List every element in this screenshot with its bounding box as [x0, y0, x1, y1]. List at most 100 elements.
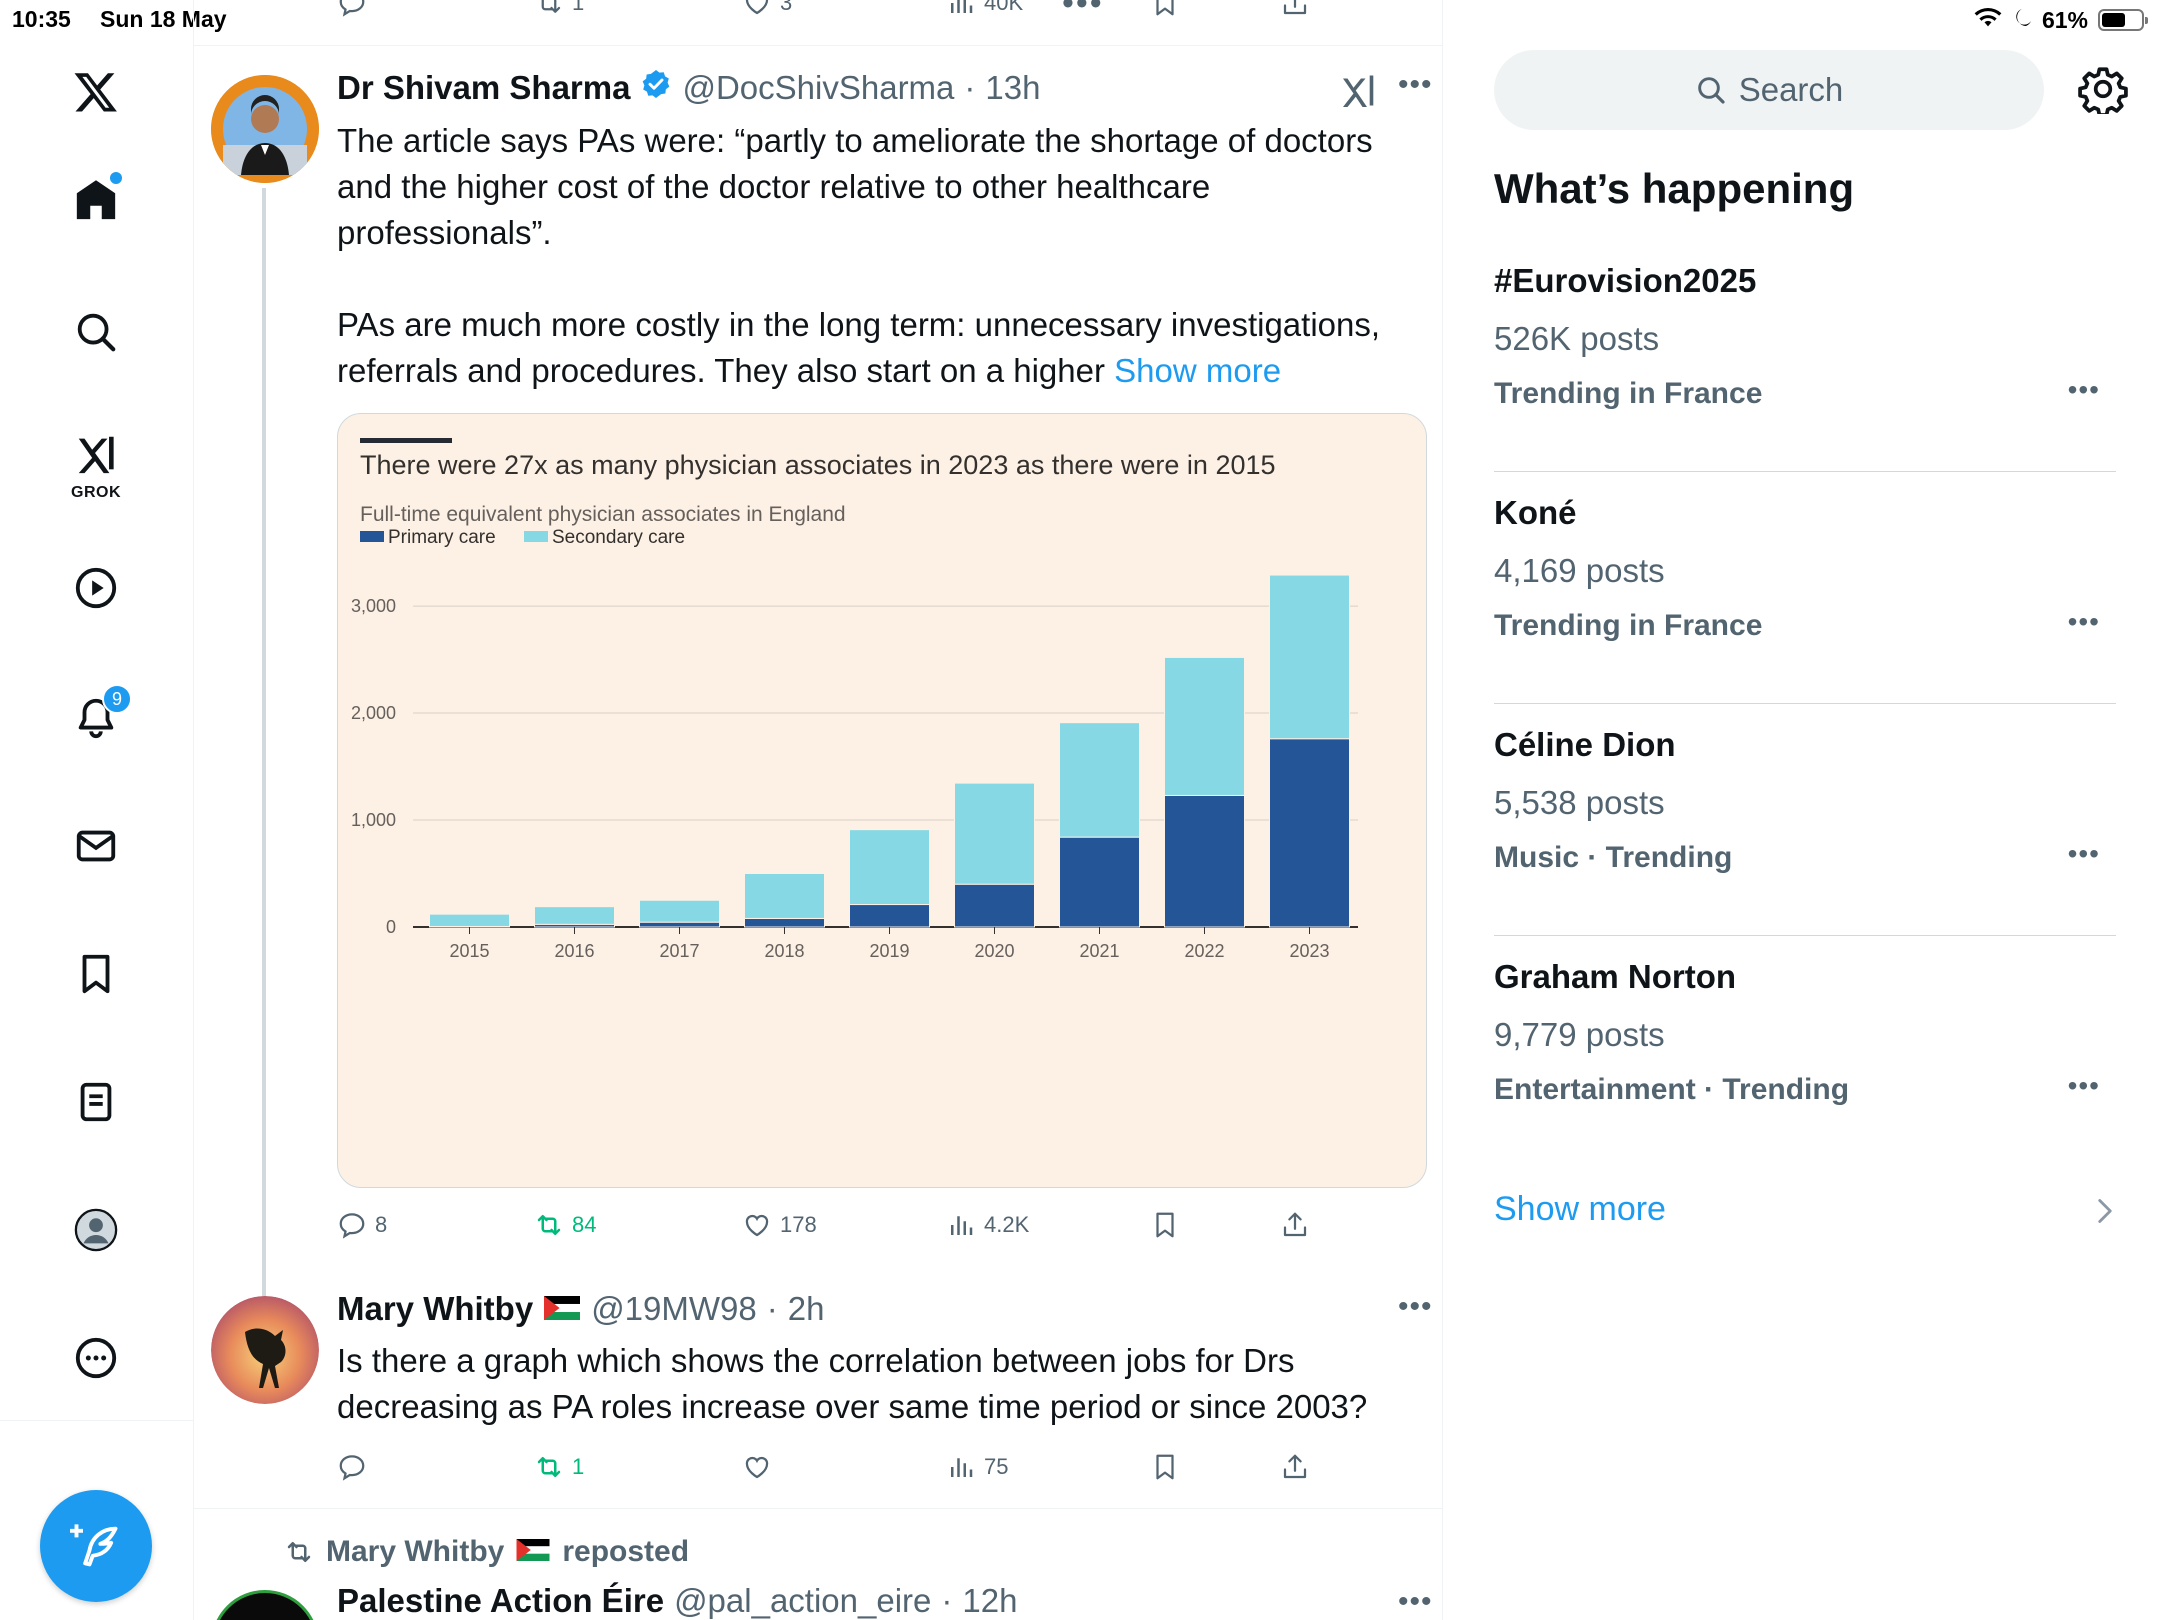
tweet2-bookmark-button[interactable] [1150, 1452, 1180, 1482]
trend-item[interactable]: Graham Norton 9,779 posts Entertainment … [1494, 936, 2116, 1168]
bookmark-icon [1156, 0, 1174, 16]
prev-bookmark-button[interactable] [1150, 0, 1180, 18]
prev-like-button[interactable]: 3 [742, 0, 792, 18]
tweet1-more-button[interactable]: ••• [1398, 68, 1433, 102]
bar-segment [1269, 574, 1350, 740]
tweet2-retweet-button[interactable]: 1 [534, 1452, 584, 1482]
nav-divider [0, 1420, 193, 1421]
tweet2-more-button[interactable]: ••• [1398, 1290, 1433, 1324]
show-more-link[interactable]: Show more [1114, 352, 1281, 389]
prev-share-button[interactable] [1280, 0, 1310, 18]
right-sidebar: Search What’s happening #Eurovision2025 … [1444, 0, 2160, 1620]
more-icon[interactable] [66, 1328, 126, 1388]
x-logo-icon[interactable] [66, 62, 126, 122]
views-icon [951, 1216, 973, 1235]
timeline: 1 3 40K ••• Dr Shivam Sharma @DocShivSha… [193, 0, 1443, 1620]
tweet2-author-name[interactable]: Mary Whitby [337, 1290, 533, 1328]
search-icon[interactable] [66, 302, 126, 362]
grok-label: GROK [71, 484, 121, 501]
trend-post-count: 9,779 posts [1494, 1016, 1665, 1053]
chevron-right-icon[interactable] [2094, 1197, 2116, 1225]
profile-icon[interactable] [66, 1200, 126, 1260]
tweet1-handle[interactable]: @DocShivSharma [682, 69, 954, 107]
tweet3-more-button[interactable]: ••• [1398, 1585, 1433, 1619]
tweet1-like-button[interactable]: 178 [742, 1210, 817, 1240]
tweet1-share-button[interactable] [1280, 1210, 1310, 1240]
tweet3-handle[interactable]: @pal_action_eire [674, 1582, 931, 1620]
tweet1-retweet-button[interactable]: 84 [534, 1210, 596, 1240]
x-tick-label: 2019 [869, 941, 909, 961]
tweet1-views-button[interactable]: 4.2K [946, 1210, 1029, 1240]
tweet2-reply-button[interactable] [337, 1452, 367, 1482]
video-icon[interactable] [66, 558, 126, 618]
repost-by-name[interactable]: Mary Whitby [326, 1535, 504, 1569]
trend-more-button[interactable]: ••• [2068, 838, 2100, 870]
search-placeholder: Search [1738, 71, 1844, 108]
tweet3-author-name[interactable]: Palestine Action Éire [337, 1582, 664, 1620]
gear-icon[interactable] [2078, 64, 2128, 117]
separator-dot: · [766, 1290, 778, 1327]
avatar-dr-shivam-sharma[interactable] [211, 75, 319, 183]
trend-more-button[interactable]: ••• [2068, 606, 2100, 638]
tweet1-reply-button[interactable]: 8 [337, 1210, 387, 1240]
tweet2-line: decreasing as PA roles increase over sam… [337, 1388, 1368, 1425]
bookmark-icon [1156, 1212, 1174, 1238]
trend-more-button[interactable]: ••• [2068, 1070, 2100, 1102]
bookmark-icon[interactable] [66, 944, 126, 1004]
tweet2-text: Is there a graph which shows the correla… [337, 1338, 1427, 1430]
tweet3-time[interactable]: 12h [962, 1582, 1017, 1620]
prev-retweet-button[interactable]: 1 [534, 0, 584, 18]
y-tick-label: 1,000 [351, 810, 396, 830]
tweet1-reply-count: 8 [375, 1212, 388, 1237]
trend-item[interactable]: Koné 4,169 posts Trending in France ••• [1494, 472, 2116, 704]
palestine-flag-icon [516, 1535, 550, 1569]
chart-image[interactable]: There were 27x as many physician associa… [337, 413, 1427, 1188]
trend-item[interactable]: #Eurovision2025 526K posts Trending in F… [1494, 240, 2116, 472]
legend-swatch [524, 531, 548, 542]
prev-like-count: 3 [780, 0, 793, 15]
tweet2-share-button[interactable] [1280, 1452, 1310, 1482]
heart-icon [745, 1214, 769, 1237]
avatar-mary-whitby[interactable] [211, 1296, 319, 1404]
tweet2-like-button[interactable] [742, 1452, 772, 1482]
tweet2-handle[interactable]: @19MW98 [591, 1290, 757, 1328]
tweet1-like-count: 178 [780, 1212, 817, 1237]
retweet-icon [537, 1215, 561, 1235]
reply-icon [339, 1213, 365, 1239]
trend-item[interactable]: Céline Dion 5,538 posts Music · Trending… [1494, 704, 2116, 936]
x-tick-label: 2016 [554, 941, 594, 961]
tweet1-line: PAs are much more costly in the long ter… [337, 306, 1381, 343]
lists-icon[interactable] [66, 1072, 126, 1132]
bar-segment [429, 913, 510, 927]
bar-segment [1164, 656, 1245, 796]
stacked-bar-chart: There were 27x as many physician associa… [351, 438, 1358, 961]
mail-icon[interactable] [66, 816, 126, 876]
avatar-palestine-action-eire[interactable] [211, 1590, 319, 1620]
search-input[interactable]: Search [1494, 50, 2044, 130]
trend-context: Entertainment · Trending [1494, 1073, 1850, 1106]
bar-segment [849, 904, 930, 928]
trend-more-button[interactable]: ••• [2068, 374, 2100, 406]
tweet2-time[interactable]: 2h [788, 1290, 825, 1328]
grok-icon[interactable]: GROK [66, 424, 126, 501]
prev-tweet-actions: 1 3 40K ••• [194, 0, 1442, 46]
whats-happening-title: What’s happening [1494, 165, 1855, 212]
trend-context: Music · Trending [1494, 841, 1733, 874]
tweet1-author-name[interactable]: Dr Shivam Sharma [337, 69, 630, 107]
tweet2-views-button[interactable]: 75 [946, 1452, 1008, 1482]
tweet1-time[interactable]: 13h [985, 69, 1040, 107]
home-icon[interactable] [66, 170, 126, 230]
prev-views-button[interactable]: 40K [946, 0, 1023, 18]
share-icon [1283, 0, 1307, 15]
grok-explain-icon[interactable] [1340, 72, 1376, 112]
compose-button[interactable] [40, 1490, 152, 1602]
prev-reply-button[interactable] [337, 0, 367, 18]
tweet1-bookmark-button[interactable] [1150, 1210, 1180, 1240]
show-more-trends-link[interactable]: Show more [1494, 1190, 1666, 1229]
heart-icon [745, 0, 769, 15]
bar-segment [954, 883, 1035, 928]
bar-segment [744, 917, 825, 928]
bell-icon[interactable]: 9 [66, 684, 132, 748]
prev-more-button[interactable]: ••• [1062, 0, 1104, 23]
